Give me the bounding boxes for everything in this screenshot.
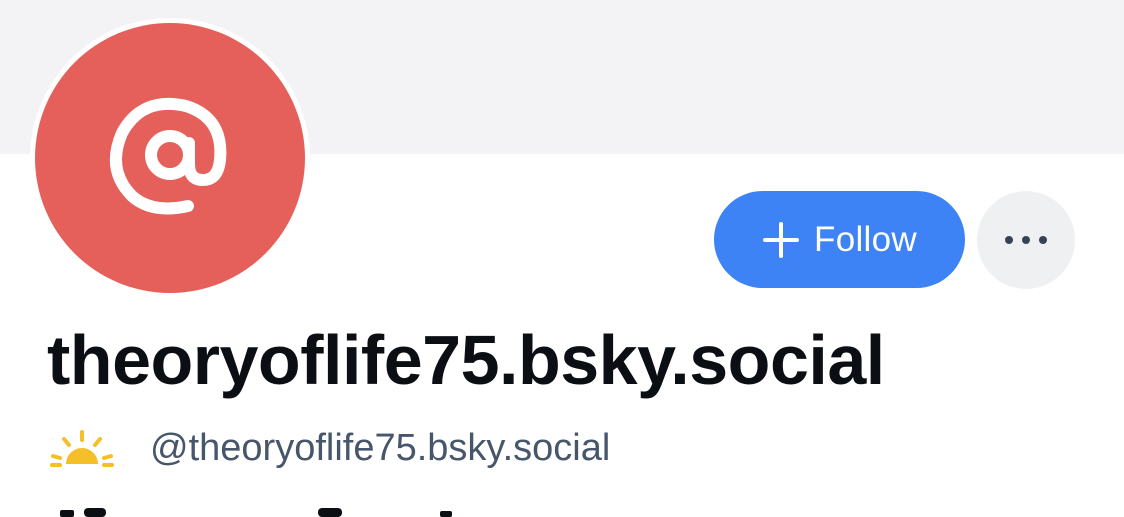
profile-page: Follow theoryoflife75.bsky.social @theor… <box>0 0 1124 517</box>
follow-label: Follow <box>814 219 917 259</box>
handle-row: @theoryoflife75.bsky.social <box>50 422 610 474</box>
truncated-text-line <box>60 508 452 517</box>
display-name: theoryoflife75.bsky.social <box>47 321 885 399</box>
handle: @theoryoflife75.bsky.social <box>150 426 611 469</box>
plus-icon <box>763 221 800 258</box>
avatar[interactable] <box>30 18 310 298</box>
ellipsis-icon <box>1005 236 1047 244</box>
sunrise-icon <box>50 430 114 467</box>
avatar-circle <box>35 23 305 293</box>
at-sign-icon <box>110 97 227 215</box>
follow-button[interactable]: Follow <box>714 191 965 288</box>
more-options-button[interactable] <box>977 191 1075 289</box>
